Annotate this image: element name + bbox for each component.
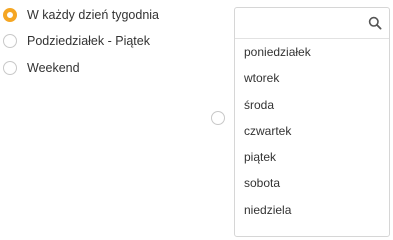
radio-option-weekdays[interactable]: Podziedziałek - Piątek	[3, 31, 150, 51]
day-options-list: poniedziałek wtorek środa czwartek piąte…	[235, 39, 389, 223]
search-box	[235, 8, 389, 39]
radio-button[interactable]	[3, 61, 17, 75]
radio-button[interactable]	[3, 34, 17, 48]
radio-option-custom-days[interactable]	[211, 111, 225, 125]
day-option-thursday[interactable]: czwartek	[235, 118, 389, 144]
radio-label: Podziedziałek - Piątek	[27, 34, 150, 48]
radio-label: W każdy dzień tygodnia	[27, 8, 160, 22]
search-icon[interactable]	[368, 16, 382, 30]
day-option-tuesday[interactable]: wtorek	[235, 65, 389, 91]
day-option-saturday[interactable]: sobota	[235, 170, 389, 196]
radio-button[interactable]	[3, 8, 17, 22]
search-input[interactable]	[235, 8, 389, 38]
day-option-friday[interactable]: piątek	[235, 144, 389, 170]
day-option-sunday[interactable]: niedziela	[235, 197, 389, 223]
radio-label: Weekend	[27, 61, 80, 75]
radio-option-every-day[interactable]: W każdy dzień tygodnia	[3, 5, 159, 25]
radio-option-weekend[interactable]: Weekend	[3, 58, 80, 78]
day-option-wednesday[interactable]: środa	[235, 92, 389, 118]
day-picker-dropdown: poniedziałek wtorek środa czwartek piąte…	[234, 7, 390, 237]
schedule-panel: W każdy dzień tygodnia Podziedziałek - P…	[0, 0, 393, 237]
day-option-monday[interactable]: poniedziałek	[235, 39, 389, 65]
